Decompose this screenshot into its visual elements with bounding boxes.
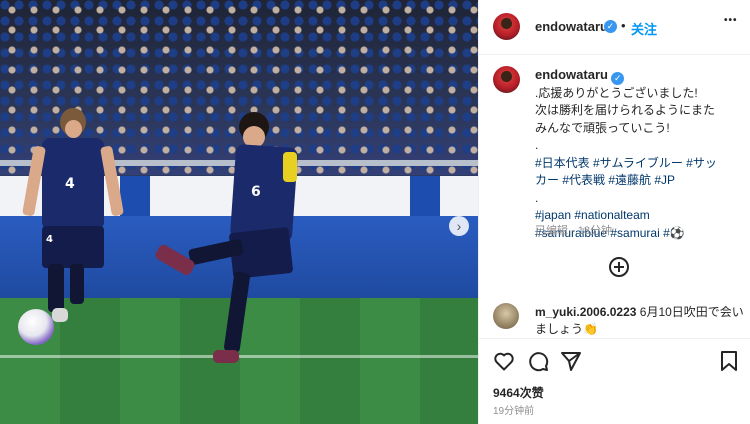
like-count[interactable]: 9464次赞	[493, 384, 544, 401]
post-header: endowataru ✓ • 关注 •••	[479, 0, 750, 55]
bookmark-icon[interactable]	[717, 349, 741, 373]
author-username[interactable]: endowataru	[535, 19, 608, 34]
caption-meta: 已编辑 · 18分钟	[535, 222, 612, 238]
player-background: 4 4	[22, 108, 124, 328]
comment-icon[interactable]	[526, 349, 550, 373]
comment-text: ましょう👏	[535, 322, 598, 336]
post-actions: 9464次赞 19分钟前	[479, 338, 750, 424]
post-sidebar: endowataru ✓ • 关注 ••• endowataru ✓ .応援あり…	[478, 0, 750, 424]
verified-badge-icon: ✓	[604, 20, 617, 33]
meta-separator: ·	[571, 225, 575, 237]
post-photo[interactable]: 4 4 6 ›	[0, 0, 478, 424]
next-image-button[interactable]: ›	[449, 216, 469, 236]
edited-label: 已编辑	[535, 225, 568, 237]
caption-line: 次は勝利を届けられるようにまた	[535, 103, 716, 117]
comment-username[interactable]: m_yuki.2006.0223	[535, 305, 636, 319]
shorts-number: 4	[46, 234, 53, 245]
hashtag-line[interactable]: #日本代表 #サムライブルー #サッ	[535, 155, 745, 173]
player-number: 4	[65, 176, 75, 192]
more-options-icon[interactable]: •••	[724, 15, 738, 26]
caption-time[interactable]: 18分钟	[578, 225, 612, 237]
commenter-avatar[interactable]	[493, 303, 519, 329]
follow-button[interactable]: 关注	[631, 19, 657, 38]
post-caption: endowataru ✓ .応援ありがとうございました! 次は勝利を届けられるよ…	[535, 66, 745, 242]
caption-line: .応援ありがとうございました!	[535, 85, 698, 100]
caption-line: .	[535, 138, 539, 152]
comment-text: 6月10日吹田で会い	[639, 305, 744, 319]
post-timestamp: 19分钟前	[493, 406, 535, 417]
share-icon[interactable]	[559, 349, 583, 373]
header-separator: •	[621, 18, 626, 33]
load-more-comments-icon[interactable]	[609, 257, 629, 277]
soccer-ball	[18, 309, 54, 345]
caption-username[interactable]: endowataru	[535, 67, 608, 82]
author-avatar[interactable]	[493, 13, 520, 40]
caption-author-avatar[interactable]	[493, 66, 520, 93]
heart-icon[interactable]	[492, 349, 516, 373]
caption-line: .	[535, 190, 539, 205]
caption-line: みんなで頑張っていこう!	[535, 120, 670, 135]
comment-item: m_yuki.2006.0223 6月10日吹田で会い ましょう👏	[535, 304, 745, 338]
hashtag-line[interactable]: カー #代表戦 #遠藤航 #JP	[535, 172, 745, 190]
player-number: 6	[251, 184, 261, 200]
verified-badge-icon: ✓	[611, 72, 625, 85]
player-main: 6	[153, 112, 305, 372]
